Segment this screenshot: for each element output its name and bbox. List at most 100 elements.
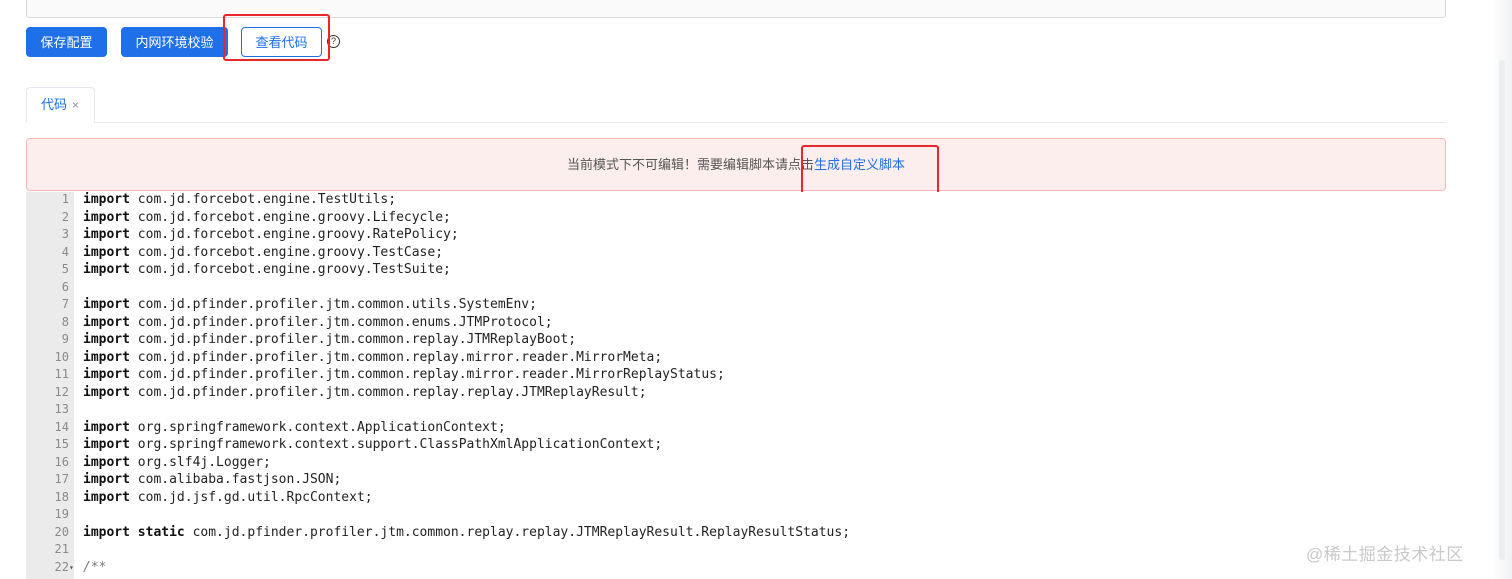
code-text: import com.jd.forcebot.engine.groovy.Lif… (83, 209, 451, 227)
keyword: import (83, 489, 130, 505)
keyword: import (83, 472, 130, 487)
code-rest: com.jd.forcebot.engine.groovy.Lifecycle; (129, 209, 451, 225)
code-line: 5 import com.jd.forcebot.engine.groovy.Te… (26, 261, 1492, 279)
code-text: import com.jd.pfinder.profiler.jtm.commo… (83, 366, 725, 384)
line-number: 3 (61, 227, 69, 241)
keyword: import (83, 367, 130, 382)
code-text: import org.springframework.context.Appli… (83, 419, 506, 437)
code-rest: org.slf4j.Logger; (129, 454, 271, 470)
intranet-check-button[interactable]: 内网环境校验 (121, 27, 228, 57)
watermark: @稀土掘金技术社区 (1306, 545, 1464, 564)
keyword: import (83, 332, 130, 347)
code-text: import com.jd.forcebot.engine.groovy.Tes… (83, 261, 451, 279)
code-rest: com.jd.forcebot.engine.TestUtils; (129, 192, 397, 207)
code-text: import com.jd.pfinder.profiler.jtm.commo… (83, 296, 537, 314)
code-rest: com.jd.pfinder.profiler.jtm.common.repla… (184, 524, 851, 540)
code-text: import com.jd.pfinder.profiler.jtm.commo… (83, 314, 553, 332)
keyword: import (83, 314, 130, 330)
line-number: 22 (54, 559, 69, 574)
keyword: import (83, 192, 130, 207)
code-text: import com.jd.forcebot.engine.TestUtils; (83, 192, 396, 209)
keyword: import (83, 419, 130, 435)
code-line: 19 (26, 506, 1492, 524)
fold-toggle-icon[interactable]: ▾ (69, 559, 74, 577)
code-rest: com.alibaba.fastjson.JSON; (129, 472, 342, 487)
tab-bar (26, 122, 1446, 123)
code-line: 2 import com.jd.forcebot.engine.groovy.Li… (26, 209, 1492, 227)
code-line: 13 (26, 401, 1492, 419)
readonly-alert: 当前模式下不可编辑！需要编辑脚本请点击生成自定义脚本 (26, 138, 1446, 191)
code-rest: com.jd.pfinder.profiler.jtm.common.repla… (129, 384, 647, 400)
keyword: import (83, 454, 130, 470)
code-text: import com.jd.jsf.gd.util.RpcContext; (83, 489, 373, 507)
keyword: import (83, 227, 130, 242)
code-line: 1 import com.jd.forcebot.engine.TestUtils… (26, 192, 1492, 209)
code-rest: com.jd.pfinder.profiler.jtm.common.repla… (129, 332, 577, 347)
line-number: 11 (54, 367, 69, 381)
code-rest: com.jd.pfinder.profiler.jtm.common.repla… (129, 349, 663, 365)
tab-code[interactable]: 代码 × (26, 87, 95, 123)
code-rest: com.jd.pfinder.profiler.jtm.common.repla… (129, 367, 725, 382)
code-editor[interactable]: 1 import com.jd.forcebot.engine.TestUtils… (26, 192, 1492, 579)
line-number: 17 (54, 472, 69, 486)
code-rest: org.springframework.context.ApplicationC… (129, 419, 506, 435)
line-number: 20 (54, 524, 69, 539)
line-number: 9 (61, 332, 69, 346)
keyword: import (83, 209, 130, 225)
keyword: import (83, 437, 130, 452)
view-code-button[interactable]: 查看代码 (241, 27, 322, 57)
line-number: 19 (54, 507, 69, 521)
code-line: 21 (26, 541, 1492, 559)
line-number: 2 (61, 209, 69, 224)
line-number: 8 (61, 314, 69, 329)
code-text: import com.jd.pfinder.profiler.jtm.commo… (83, 384, 647, 402)
code-rest: com.jd.jsf.gd.util.RpcContext; (129, 489, 373, 505)
code-text: import com.alibaba.fastjson.JSON; (83, 471, 341, 489)
line-number: 14 (54, 419, 69, 434)
code-line: 15 import org.springframework.context.sup… (26, 436, 1492, 454)
code-text: import com.jd.pfinder.profiler.jtm.commo… (83, 349, 662, 367)
code-rest: com.jd.forcebot.engine.groovy.TestSuite; (129, 262, 451, 277)
line-number: 12 (54, 384, 69, 399)
code-rest: org.springframework.context.support.Clas… (129, 437, 663, 452)
generate-custom-script-link[interactable]: 生成自定义脚本 (814, 157, 905, 172)
code-line: 4 import com.jd.forcebot.engine.groovy.Te… (26, 244, 1492, 262)
line-number: 6 (61, 279, 69, 294)
code-line: 10 import com.jd.pfinder.profiler.jtm.com… (26, 349, 1492, 367)
page-scrollbar[interactable] (1499, 60, 1505, 560)
line-number: 4 (61, 244, 69, 259)
code-line: 8 import com.jd.pfinder.profiler.jtm.comm… (26, 314, 1492, 332)
line-number: 21 (54, 542, 69, 556)
close-icon[interactable]: × (72, 98, 79, 112)
code-line: 14 import org.springframework.context.App… (26, 419, 1492, 437)
code-text: import static com.jd.pfinder.profiler.jt… (83, 524, 850, 542)
code-text: import com.jd.forcebot.engine.groovy.Tes… (83, 244, 443, 262)
code-text: import com.jd.pfinder.profiler.jtm.commo… (83, 331, 576, 349)
line-number: 5 (61, 262, 69, 276)
code-rest: com.jd.forcebot.engine.groovy.TestCase; (129, 244, 444, 260)
save-config-button[interactable]: 保存配置 (26, 27, 107, 57)
line-number: 18 (54, 489, 69, 504)
alert-text: 当前模式下不可编辑！需要编辑脚本请点击 (566, 157, 814, 172)
code-text: import org.slf4j.Logger; (83, 454, 271, 472)
code-line: 9 import com.jd.pfinder.profiler.jtm.comm… (26, 331, 1492, 349)
code-line: 18 import com.jd.jsf.gd.util.RpcContext; (26, 489, 1492, 507)
code-line: 7 import com.jd.pfinder.profiler.jtm.comm… (26, 296, 1492, 314)
keyword: import (83, 262, 130, 277)
code-line: 6 (26, 279, 1492, 297)
tab-code-label: 代码 (41, 97, 68, 112)
line-number: 16 (54, 454, 69, 469)
help-icon[interactable]: ? (327, 35, 340, 48)
code-line: 12 import com.jd.pfinder.profiler.jtm.com… (26, 384, 1492, 402)
keyword: import (83, 244, 130, 260)
code-line: 11 import com.jd.pfinder.profiler.jtm.com… (26, 366, 1492, 384)
keyword: import (83, 349, 130, 365)
line-number: 7 (61, 297, 69, 311)
line-number: 10 (54, 349, 69, 364)
comment: /** (83, 559, 107, 575)
code-line: 16 import org.slf4j.Logger; (26, 454, 1492, 472)
code-rest: com.jd.pfinder.profiler.jtm.common.utils… (129, 297, 537, 312)
code-line: 3 import com.jd.forcebot.engine.groovy.Ra… (26, 226, 1492, 244)
code-line: 22 ▾ /** (26, 559, 1492, 577)
keyword: import (83, 297, 130, 312)
